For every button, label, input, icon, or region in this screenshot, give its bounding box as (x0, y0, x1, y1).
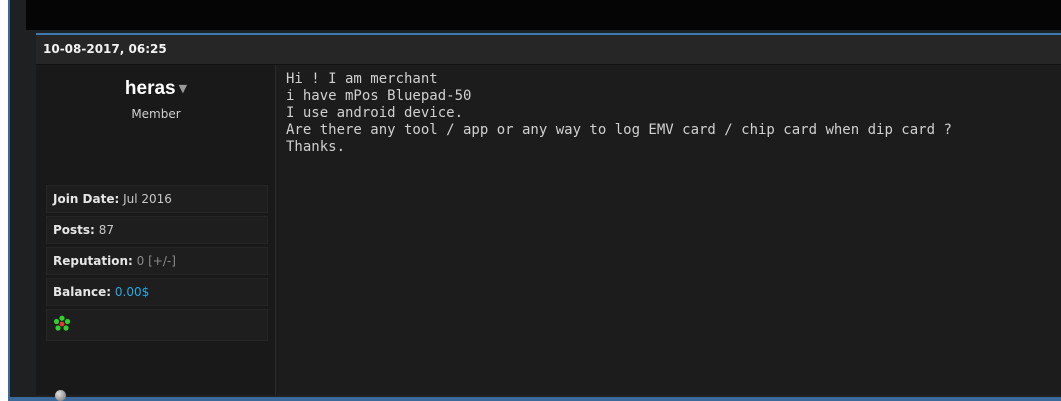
join-date-label: Join Date: (53, 192, 120, 206)
post-header: 10-08-2017, 06:25 (36, 35, 1061, 65)
posts-value: 87 (98, 223, 114, 237)
balance-value: 0.00$ (114, 285, 150, 299)
post-message: Hi ! I am merchant i have mPos Bluepad-5… (286, 71, 1046, 156)
contact-icons (46, 309, 268, 341)
post-date: 10-08-2017, 06:25 (43, 42, 167, 56)
message-line: Thanks. (286, 139, 346, 155)
message-line: I use android device. (286, 105, 464, 121)
join-date-stat: Join Date: Jul 2016 (46, 185, 268, 213)
balance-stat: Balance: 0.00$ (46, 278, 268, 306)
top-strip (26, 0, 1061, 30)
reputation-label: Reputation: (53, 254, 133, 268)
username-row: heras ▼ (36, 78, 276, 100)
icq-flower-icon[interactable] (53, 315, 71, 333)
user-info-panel: heras ▼ Member Join Date: Jul 2016 Posts:… (36, 65, 276, 401)
message-line: Are there any tool / app or any way to l… (286, 122, 952, 138)
reputation-value: 0 (136, 254, 145, 268)
user-title: Member (131, 107, 181, 121)
reputation-vote-link[interactable]: [+/-] (148, 254, 176, 268)
forum-post: 10-08-2017, 06:25 heras ▼ Member Join Dat… (36, 33, 1061, 401)
username-link[interactable]: heras (125, 78, 176, 99)
join-date-value: Jul 2016 (123, 192, 172, 206)
balance-label: Balance: (53, 285, 112, 299)
posts-label: Posts: (53, 223, 95, 237)
message-line: Hi ! I am merchant (286, 71, 438, 87)
user-menu-caret-icon[interactable]: ▼ (179, 82, 187, 95)
posts-stat: Posts: 87 (46, 216, 268, 244)
reputation-stat: Reputation: 0 [+/-] (46, 247, 268, 275)
offline-status-icon (55, 390, 66, 401)
message-line: i have mPos Bluepad-50 (286, 88, 472, 104)
